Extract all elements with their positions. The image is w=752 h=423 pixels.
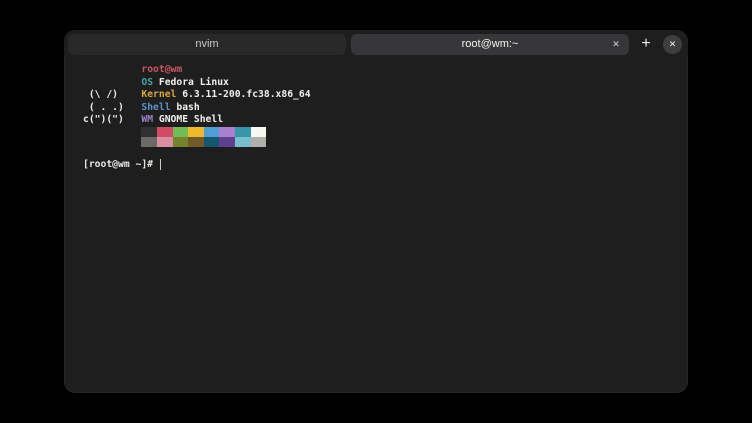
fetch-label-wm: WM	[141, 114, 154, 125]
fetch-line-title: root@wm	[83, 64, 680, 77]
palette-row-normal	[141, 126, 680, 137]
fetch-label-kernel: Kernel	[141, 89, 177, 100]
palette-swatch	[250, 126, 267, 137]
fetch-line-shell: ( . .) Shell bash	[83, 102, 680, 115]
terminal-window: nvim root@wm:~ ✕ + ✕ root@wm OS Fedora Li…	[64, 30, 688, 393]
fetch-line-os: OS Fedora Linux	[83, 77, 680, 90]
palette-swatch	[219, 136, 235, 147]
palette-swatch	[219, 126, 235, 137]
tab-nvim[interactable]: nvim	[68, 33, 346, 55]
palette-swatch	[141, 136, 157, 147]
tab-root-wm[interactable]: root@wm:~ ✕	[351, 33, 629, 55]
fetch-value-os: Fedora Linux	[158, 76, 229, 88]
tab-label: root@wm:~	[461, 38, 519, 50]
palette-row-bright	[141, 136, 680, 147]
terminal-content[interactable]: root@wm OS Fedora Linux (\ /) Kernel 6.3.11…	[64, 58, 688, 393]
fetch-label-os: OS	[141, 76, 154, 88]
palette-swatch	[234, 136, 251, 147]
tab-label: nvim	[195, 38, 219, 50]
fetch-value-wm: GNOME Shell	[158, 114, 224, 125]
header-bar: nvim root@wm:~ ✕ + ✕	[64, 30, 688, 58]
palette-swatch	[203, 126, 220, 137]
fetch-value-shell: bash	[176, 101, 200, 113]
palette-swatch	[234, 126, 251, 137]
ascii-art-line: ( . .)	[83, 101, 124, 113]
palette-swatch	[156, 136, 173, 147]
palette-swatch	[172, 136, 189, 147]
palette-swatch	[141, 126, 157, 137]
palette-swatch	[156, 126, 173, 137]
fetch-value-kernel: 6.3.11-200.fc38.x86_64	[182, 89, 311, 100]
shell-prompt: [root@wm ~]#	[83, 159, 159, 170]
palette-swatch	[250, 136, 267, 147]
fetch-title: root@wm	[141, 64, 183, 75]
prompt-line: [root@wm ~]#	[83, 159, 680, 172]
window-close-button[interactable]: ✕	[663, 34, 682, 54]
fetch-line-wm: c(")(") WM GNOME Shell	[83, 114, 680, 127]
new-tab-button[interactable]: +	[634, 32, 658, 56]
fetch-line-kernel: (\ /) Kernel 6.3.11-200.fc38.x86_64	[83, 89, 680, 102]
tab-close-icon[interactable]: ✕	[609, 37, 623, 51]
ascii-art-line: c(")(")	[83, 114, 124, 125]
palette-swatch	[188, 126, 204, 137]
palette-swatch	[203, 136, 220, 147]
color-palette	[141, 126, 680, 147]
palette-swatch	[172, 126, 189, 137]
fetch-label-shell: Shell	[141, 101, 171, 113]
ascii-art-line: (\ /)	[83, 89, 118, 100]
palette-swatch	[188, 136, 204, 147]
terminal-cursor	[159, 159, 162, 170]
